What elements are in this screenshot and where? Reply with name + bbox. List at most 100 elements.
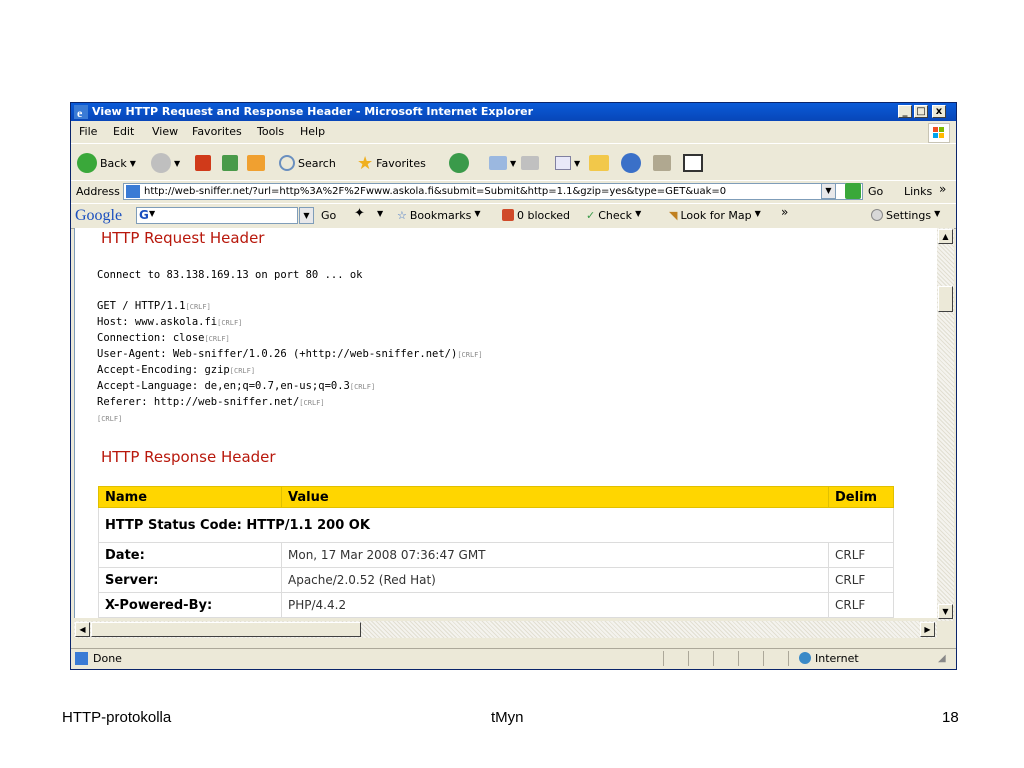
vertical-scroll-thumb[interactable] bbox=[938, 286, 953, 312]
status-row: HTTP Status Code: HTTP/1.1 200 OK bbox=[98, 507, 894, 543]
chevron-down-icon: ▼ bbox=[474, 209, 481, 218]
menu-file[interactable]: File bbox=[79, 125, 97, 138]
address-input[interactable]: http://web-sniffer.net/?url=http%3A%2F%2… bbox=[123, 183, 863, 200]
google-dropdown-button[interactable]: ▼ bbox=[299, 207, 314, 224]
links-button[interactable]: Links bbox=[904, 185, 932, 198]
chevron-down-icon: ▼ bbox=[635, 209, 642, 218]
check-label: Check bbox=[598, 209, 633, 222]
lookfor-label: Look for Map bbox=[680, 209, 752, 222]
chevron-down-icon: ▼ bbox=[510, 158, 517, 168]
research-icon bbox=[653, 155, 671, 171]
response-header-table: Name Value Delim HTTP Status Code: HTTP/… bbox=[98, 486, 894, 618]
crlf-marker: [CRLF] bbox=[204, 335, 230, 343]
google-search-input[interactable]: G ▼ bbox=[136, 207, 298, 224]
request-line-text: Accept-Encoding: gzip bbox=[97, 364, 230, 376]
bookmarks-button[interactable]: ☆ Bookmarks ▼ bbox=[397, 209, 481, 222]
request-line-text: User-Agent: Web-sniffer/1.0.26 (+http://… bbox=[97, 348, 458, 360]
resize-grip-icon[interactable]: ◢ bbox=[938, 653, 946, 664]
stop-button[interactable] bbox=[195, 152, 211, 174]
table-header-row: Name Value Delim bbox=[98, 486, 894, 508]
request-line: Accept-Encoding: gzip[CRLF] bbox=[97, 364, 255, 376]
menu-view[interactable]: View bbox=[152, 125, 178, 138]
request-line-text: Host: www.askola.fi bbox=[97, 316, 218, 328]
settings-button[interactable]: Settings ▼ bbox=[871, 209, 940, 222]
request-line: User-Agent: Web-sniffer/1.0.26 (+http://… bbox=[97, 348, 483, 360]
window-title: View HTTP Request and Response Header - … bbox=[92, 105, 534, 118]
close-button[interactable]: x bbox=[932, 105, 946, 118]
look-for-map-button[interactable]: ◥ Look for Map ▼ bbox=[669, 209, 761, 222]
favorites-button[interactable]: ★ Favorites bbox=[357, 152, 426, 174]
address-dropdown-button[interactable]: ▼ bbox=[821, 183, 836, 199]
request-line: [CRLF] bbox=[97, 412, 122, 424]
chevron-right-icon[interactable]: » bbox=[939, 182, 946, 196]
bookmarks-label: Bookmarks bbox=[409, 209, 472, 222]
page-icon bbox=[126, 185, 140, 198]
menu-favorites[interactable]: Favorites bbox=[192, 125, 242, 138]
chevron-down-icon[interactable]: ▼ bbox=[377, 209, 383, 218]
refresh-button[interactable] bbox=[222, 152, 238, 174]
scroll-right-button[interactable]: ▶ bbox=[920, 622, 935, 637]
status-text: Done bbox=[93, 652, 122, 665]
slide-footer-center: tMyn bbox=[491, 709, 524, 726]
vertical-scrollbar[interactable]: ▲ ▼ bbox=[937, 228, 954, 621]
history-icon bbox=[449, 153, 469, 173]
google-go-button[interactable]: Go bbox=[321, 209, 336, 222]
google-toolbar: Google G ▼ ▼ Go ✦ ▼ ☆ Bookmarks ▼ 0 bloc… bbox=[71, 203, 956, 229]
request-section-title: HTTP Request Header bbox=[101, 229, 265, 247]
edit-button[interactable]: ▼ bbox=[555, 152, 580, 174]
frame-icon bbox=[683, 154, 703, 172]
slide-page-number: 18 bbox=[942, 709, 959, 726]
research-button[interactable] bbox=[653, 152, 671, 174]
stop-icon bbox=[195, 155, 211, 171]
mail-icon bbox=[489, 156, 507, 170]
star-icon: ★ bbox=[357, 152, 374, 174]
horizontal-scrollbar[interactable]: ◀ ▶ bbox=[74, 621, 937, 638]
chevron-down-icon: ▼ bbox=[174, 158, 181, 168]
menu-tools[interactable]: Tools bbox=[257, 125, 284, 138]
request-line-text: Referer: http://web-sniffer.net/ bbox=[97, 396, 300, 408]
request-line: Referer: http://web-sniffer.net/[CRLF] bbox=[97, 396, 325, 408]
popup-blocker-button[interactable]: 0 blocked bbox=[502, 209, 570, 222]
table-row: X-Powered-By: PHP/4.4.2 CRLF bbox=[98, 592, 894, 618]
print-button[interactable] bbox=[521, 152, 539, 174]
star-outline-icon: ☆ bbox=[397, 209, 407, 222]
messenger-button[interactable] bbox=[621, 152, 641, 174]
favorites-label: Favorites bbox=[376, 156, 426, 170]
folder-button[interactable] bbox=[589, 152, 609, 174]
extra-button[interactable] bbox=[683, 152, 703, 174]
menu-edit[interactable]: Edit bbox=[113, 125, 134, 138]
chevron-right-icon[interactable]: » bbox=[781, 205, 788, 219]
header-delim: CRLF bbox=[828, 567, 894, 593]
minimize-button[interactable]: _ bbox=[898, 105, 912, 118]
svg-text:e: e bbox=[77, 106, 83, 119]
browser-window: e View HTTP Request and Response Header … bbox=[70, 102, 957, 670]
scroll-up-button[interactable]: ▲ bbox=[938, 229, 953, 244]
pagerank-icon[interactable]: ✦ bbox=[354, 206, 365, 221]
menu-help[interactable]: Help bbox=[300, 125, 325, 138]
horizontal-scroll-thumb[interactable] bbox=[91, 622, 361, 637]
home-button[interactable] bbox=[247, 152, 265, 174]
forward-button[interactable]: ▼ bbox=[151, 152, 180, 174]
chevron-down-icon: ▼ bbox=[129, 158, 136, 168]
go-arrow-icon[interactable] bbox=[845, 183, 861, 199]
refresh-icon bbox=[222, 155, 238, 171]
history-button[interactable] bbox=[449, 152, 469, 174]
scroll-left-button[interactable]: ◀ bbox=[75, 622, 90, 637]
google-g-icon: G bbox=[139, 208, 149, 222]
zone-label: Internet bbox=[815, 652, 859, 665]
home-icon bbox=[247, 155, 265, 171]
chevron-down-icon: ▼ bbox=[754, 209, 761, 218]
status-code: HTTP Status Code: HTTP/1.1 200 OK bbox=[98, 507, 894, 543]
popup-block-icon bbox=[502, 209, 514, 221]
mail-button[interactable]: ▼ bbox=[489, 152, 516, 174]
header-name: Date: bbox=[98, 542, 282, 568]
back-button[interactable]: Back ▼ bbox=[77, 152, 136, 174]
scroll-down-button[interactable]: ▼ bbox=[938, 604, 953, 619]
search-button[interactable]: Search bbox=[279, 152, 336, 174]
go-button[interactable]: Go bbox=[868, 185, 883, 198]
maximize-button[interactable]: □ bbox=[914, 105, 928, 118]
spellcheck-button[interactable]: ✓ Check ▼ bbox=[586, 209, 641, 222]
response-section-title: HTTP Response Header bbox=[101, 448, 276, 466]
google-logo: Google bbox=[75, 207, 123, 224]
request-line-text: GET / HTTP/1.1 bbox=[97, 300, 186, 312]
